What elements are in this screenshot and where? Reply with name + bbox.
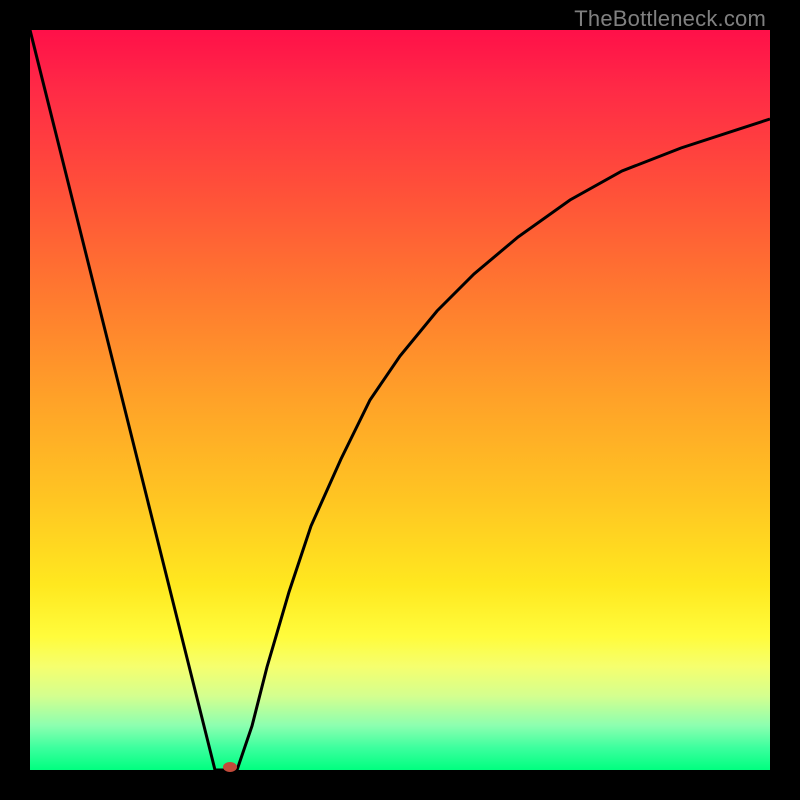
plot-area xyxy=(30,30,770,770)
curve-right-arm xyxy=(237,119,770,770)
watermark-text: TheBottleneck.com xyxy=(574,6,766,32)
chart-frame: TheBottleneck.com xyxy=(0,0,800,800)
bottleneck-curve xyxy=(30,30,770,770)
curve-left-arm xyxy=(30,30,215,770)
optimal-point-marker xyxy=(223,762,237,772)
